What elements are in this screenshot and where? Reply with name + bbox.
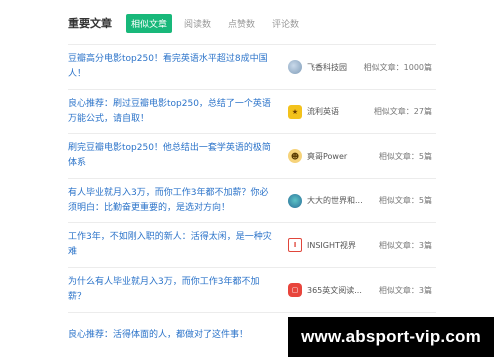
author[interactable]: 飞香科技园 [288,60,362,74]
author[interactable]: I INSIGHT视界 [288,238,362,252]
article-link[interactable]: 工作3年，不如刚入职的新人：活得太闲，是一种灾难 [68,230,274,260]
list-item: 良心推荐：刷过豆瓣电影top250，总结了一个英语万能公式，请自取！ ★ 流利英… [68,89,436,133]
article-link[interactable]: 良心推荐：活得体面的人，都做对了这件事！ [68,328,274,343]
similar-count: 相似文章：3篇 [378,240,432,250]
article-link[interactable]: 刷完豆瓣电影top250！他总结出一套学英语的极简体系 [68,141,274,171]
author-name: 流利英语 [307,107,339,116]
list-item: 为什么有人毕业就月入3万，而你工作3年都不加薪？ ▢ 365英文阅读... 相似… [68,267,436,312]
article-link[interactable]: 为什么有人毕业就月入3万，而你工作3年都不加薪？ [68,275,274,305]
tab-comment-count[interactable]: 评论数 [267,14,304,33]
tab-read-count[interactable]: 阅读数 [179,14,216,33]
red-avatar-icon: ▢ [288,283,302,297]
author-name: 爽哥Power [307,151,348,161]
author-name: INSIGHT视界 [307,240,356,250]
author-name: 飞香科技园 [307,62,347,72]
article-link[interactable]: 豆瓣高分电影top250！看完英语水平超过8成中国人！ [68,52,274,82]
similar-count: 相似文章：5篇 [378,196,432,205]
similar-count: 相似文章：1000篇 [363,62,432,72]
list-item: 工作3年，不如刚入职的新人：活得太闲，是一种灾难 I INSIGHT视界 相似文… [68,222,436,267]
book-avatar-icon: ★ [288,104,302,119]
author[interactable]: 大大的世界和... [288,193,362,208]
section-title: 重要文章 [68,17,112,30]
article-link[interactable]: 良心推荐：刷过豆瓣电影top250，总结了一个英语万能公式，请自取！ [68,97,274,127]
list-item: 豆瓣高分电影top250！看完英语水平超过8成中国人！ 飞香科技园 相似文章：1… [68,44,436,89]
author-name: 大大的世界和... [307,196,362,205]
insight-avatar-icon: I [288,238,302,252]
planet-avatar-icon [288,60,302,74]
similar-count: 相似文章：27篇 [373,107,432,116]
article-list: 豆瓣高分电影top250！看完英语水平超过8成中国人！ 飞香科技园 相似文章：1… [68,44,436,357]
author[interactable]: ★ 流利英语 [288,104,362,119]
similar-count: 相似文章：3篇 [378,285,432,295]
list-item: 刷完豆瓣电影top250！他总结出一套学英语的极简体系 ☻ 爽哥Power 相似… [68,133,436,178]
author-name: 365英文阅读... [307,285,362,295]
watermark-banner: www.absport-vip.com [288,317,494,357]
article-link[interactable]: 有人毕业就月入3万，而你工作3年都不加薪？你必须明白：比勤奋更重要的，是选对方向… [68,186,274,216]
bird-avatar-icon [288,193,302,208]
list-item: 有人毕业就月入3万，而你工作3年都不加薪？你必须明白：比勤奋更重要的，是选对方向… [68,178,436,222]
tab-like-count[interactable]: 点赞数 [223,14,260,33]
author[interactable]: ▢ 365英文阅读... [288,283,362,297]
tab-similar-articles[interactable]: 相似文章 [126,13,173,33]
author[interactable]: ☻ 爽哥Power [288,149,362,163]
similar-count: 相似文章：5篇 [378,151,432,161]
face-avatar-icon: ☻ [288,149,302,163]
section-header: 重要文章 相似文章 阅读数 点赞数 评论数 [68,12,436,34]
